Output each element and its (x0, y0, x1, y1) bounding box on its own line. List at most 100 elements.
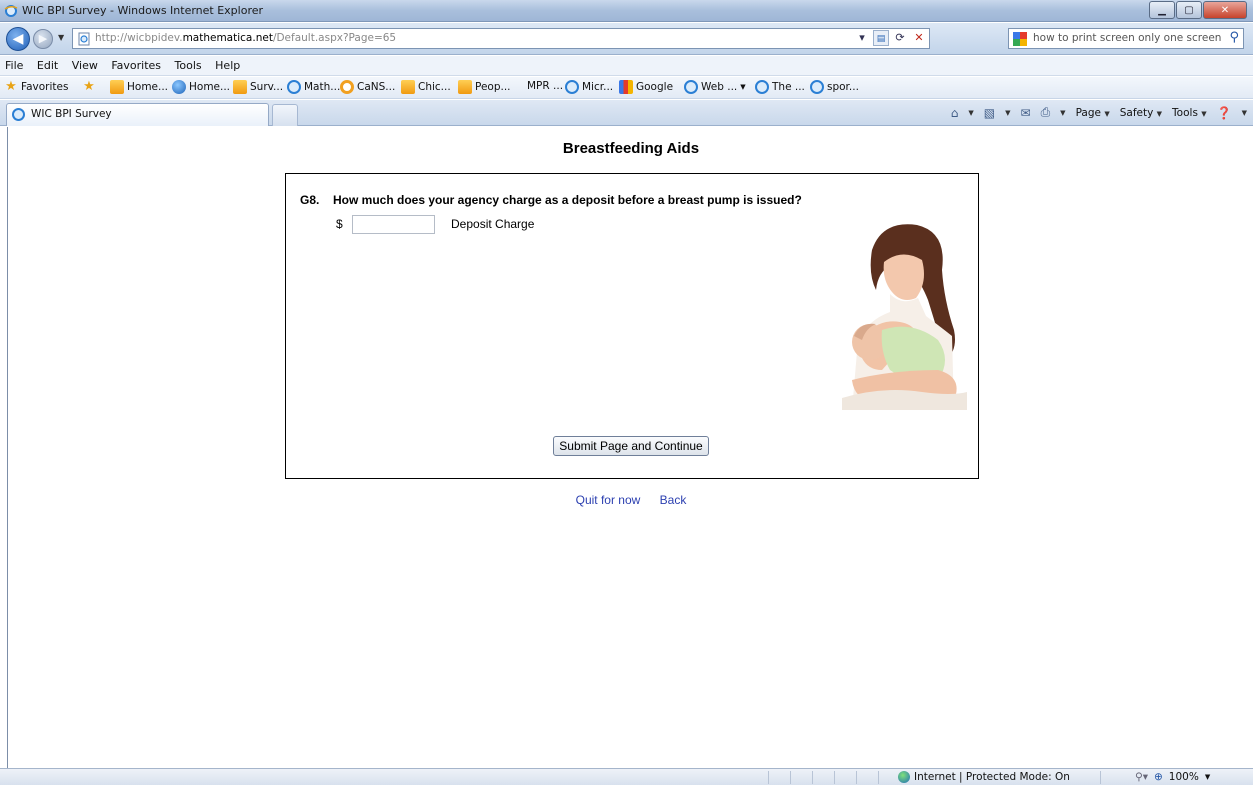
help-icon[interactable]: ❓ (1217, 106, 1232, 120)
minimize-button[interactable]: ▁ (1149, 1, 1175, 19)
security-zone[interactable]: Internet | Protected Mode: On (898, 771, 1070, 783)
ie-page-icon (684, 80, 698, 94)
favorite-link[interactable]: Home... (172, 80, 230, 94)
feeds-icon[interactable]: ▧ (984, 106, 995, 120)
chevron-down-icon[interactable]: ▼ (1005, 109, 1010, 117)
zoom-control[interactable]: ⚲▾ ⊕ 100% ▼ (1135, 771, 1210, 783)
rss-icon (401, 80, 415, 94)
favorite-link[interactable]: CaNS... (340, 80, 395, 94)
back-button[interactable]: ◀ (6, 27, 30, 51)
forward-button[interactable]: ▶ (33, 29, 53, 49)
new-tab-button[interactable] (272, 104, 298, 126)
rss-icon (110, 80, 124, 94)
favorite-label: spor... (827, 81, 859, 93)
favorite-link[interactable]: Peop... (458, 80, 511, 94)
deposit-charge-label: Deposit Charge (451, 217, 535, 231)
favorite-link[interactable]: Micr... (565, 80, 613, 94)
close-button[interactable]: ✕ (1203, 1, 1247, 19)
url-prefix: http://wicbpidev. (95, 32, 183, 44)
tab-wic-bpi-survey[interactable]: WIC BPI Survey (6, 103, 269, 126)
chevron-down-icon: ▼ (1204, 773, 1211, 781)
search-icon[interactable]: ⚲ (1229, 30, 1239, 45)
rss-icon (233, 80, 247, 94)
menu-view[interactable]: View (67, 56, 103, 72)
breastfeeding-photo (842, 220, 967, 410)
submit-and-continue-button[interactable]: Submit Page and Continue (553, 436, 709, 456)
google-icon (1013, 32, 1027, 46)
chevron-down-icon[interactable]: ▼ (1242, 109, 1247, 117)
print-icon[interactable]: ⎙ (1041, 105, 1051, 120)
favorite-link[interactable]: Google (619, 80, 673, 94)
compatibility-view-button[interactable]: ▤ (873, 30, 889, 46)
mail-icon[interactable]: ✉ (1021, 106, 1031, 120)
safety-menu-label: Safety (1119, 106, 1154, 119)
favorite-link[interactable]: Math... (287, 80, 340, 94)
address-bar[interactable]: http://wicbpidev.mathematica.net/Default… (72, 28, 930, 49)
chevron-down-icon: ▼ (58, 33, 65, 42)
menu-help[interactable]: Help (210, 56, 245, 72)
url-domain: mathematica.net (182, 32, 273, 44)
maximize-button[interactable]: ▢ (1176, 1, 1202, 19)
tab-bar: WIC BPI Survey ⌂ ▼ ▧ ▼ ✉ ⎙ ▼ Page ▼ Safety … (0, 100, 1253, 126)
favorite-label: CaNS... (357, 81, 396, 93)
favorite-link[interactable]: MPR ... (527, 80, 563, 92)
status-divider (856, 771, 857, 784)
menu-edit[interactable]: Edit (32, 56, 63, 72)
status-divider (834, 771, 835, 784)
tab-label: WIC BPI Survey (31, 108, 112, 120)
favorite-label: Web ... (701, 81, 738, 93)
refresh-button[interactable]: ⟳ (892, 30, 908, 46)
chevron-down-icon[interactable]: ▼ (1060, 109, 1065, 117)
command-bar: ⌂ ▼ ▧ ▼ ✉ ⎙ ▼ Page ▼ Safety ▼ Tools ▼ ❓ ▼ (951, 105, 1247, 120)
zoom-icon: ⊕ (1153, 771, 1163, 783)
favorites-bar: ★ Favorites ★ Home... Home... Surv... Mat… (0, 77, 1253, 99)
favorite-link[interactable]: Home... (110, 80, 168, 94)
favorite-label: Peop... (475, 81, 511, 93)
status-divider (1100, 771, 1101, 784)
url-suffix: /Default.aspx?Page=65 (272, 32, 397, 44)
favorite-label: Math... (304, 81, 341, 93)
favorite-label: Home... (127, 81, 169, 93)
add-favorites-button[interactable]: ★ (82, 80, 96, 94)
tools-menu[interactable]: Tools ▼ (1172, 107, 1207, 119)
minimize-icon: ▁ (1158, 4, 1166, 16)
favorite-link[interactable]: Web ... ▼ (684, 80, 746, 94)
favorite-label: Google (636, 81, 674, 93)
protected-mode-icon: ⚲▾ (1135, 771, 1148, 783)
globe-icon (898, 771, 910, 783)
search-box[interactable]: how to print screen only one screen ⚲ (1008, 28, 1244, 49)
home-icon[interactable]: ⌂ (951, 106, 959, 120)
menu-file[interactable]: File (0, 56, 28, 72)
stop-button[interactable]: ✕ (911, 30, 927, 46)
status-divider (768, 771, 769, 784)
favorite-label: Micr... (582, 81, 614, 93)
ie-page-icon (287, 80, 301, 94)
favorite-link[interactable]: Surv... (233, 80, 283, 94)
favorite-link[interactable]: Chic... (401, 80, 451, 94)
menu-tools[interactable]: Tools (170, 56, 207, 72)
footer-links: Quit for now Back (8, 493, 1253, 507)
page-title: Breastfeeding Aids (562, 140, 700, 157)
status-divider (812, 771, 813, 784)
page-menu[interactable]: Page ▼ (1076, 107, 1110, 119)
quit-for-now-link[interactable]: Quit for now (576, 493, 641, 507)
currency-symbol: $ (336, 217, 343, 231)
ie-page-icon (565, 80, 579, 94)
safety-menu[interactable]: Safety ▼ (1120, 107, 1162, 119)
address-dropdown-button[interactable]: ▾ (854, 30, 870, 46)
favorite-link[interactable]: spor... (810, 80, 859, 94)
back-arrow-icon: ◀ (12, 31, 24, 47)
rss-icon (458, 80, 472, 94)
recent-pages-dropdown[interactable]: ▼ (58, 33, 64, 42)
navigation-bar: ◀ ▶ ▼ http://wicbpidev.mathematica.net/D… (0, 23, 1253, 55)
security-zone-label: Internet | Protected Mode: On (914, 771, 1070, 783)
question-text: How much does your agency charge as a de… (333, 193, 802, 207)
deposit-charge-input[interactable] (352, 215, 435, 234)
back-link[interactable]: Back (660, 493, 687, 507)
tools-menu-label: Tools (1172, 106, 1198, 119)
favorite-label: Chic... (418, 81, 451, 93)
favorite-link[interactable]: The ... (755, 80, 805, 94)
chevron-down-icon[interactable]: ▼ (968, 109, 973, 117)
favorites-button[interactable]: ★ Favorites (4, 80, 68, 94)
menu-favorites[interactable]: Favorites (106, 56, 166, 72)
